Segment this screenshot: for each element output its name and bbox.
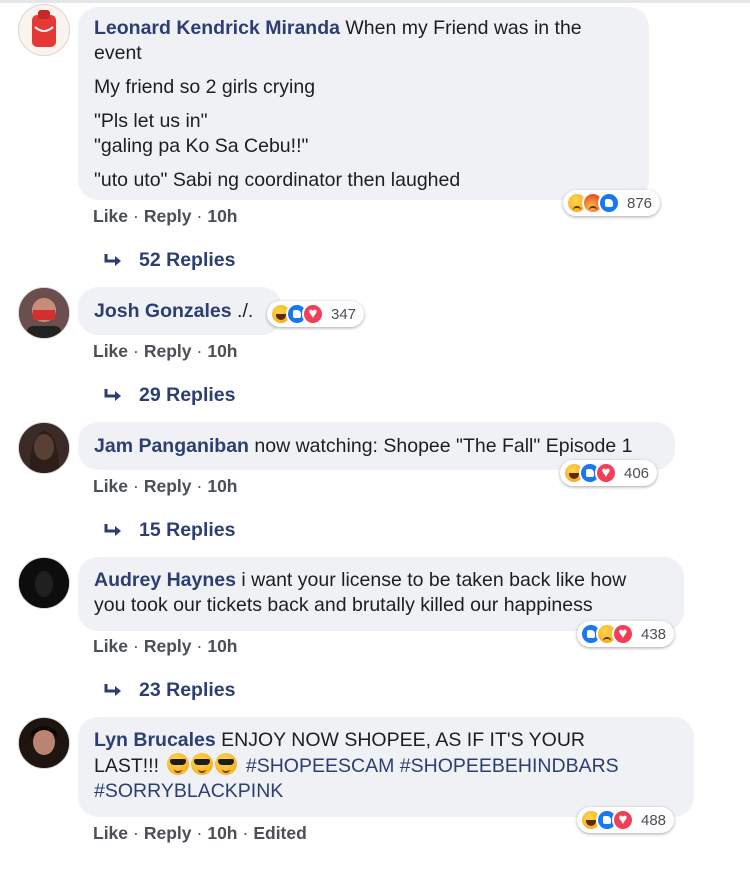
reply-link[interactable]: Reply <box>144 823 192 843</box>
cool-sunglasses-icon <box>215 753 238 775</box>
reaction-count: 438 <box>641 625 667 643</box>
love-icon <box>302 303 324 325</box>
separator: · <box>196 823 203 843</box>
love-icon <box>612 809 634 831</box>
comment-bubble: Lyn Brucales ENJOY NOW SHOPEE, AS IF IT'… <box>78 717 694 817</box>
timestamp[interactable]: 10h <box>207 823 237 843</box>
comment-bubble: Josh Gonzales ./. <box>78 287 282 335</box>
comment-author[interactable]: Lyn Brucales <box>94 729 216 751</box>
comment-actions: Like · Reply · 10h · Edited <box>93 823 307 844</box>
top-divider <box>0 0 750 3</box>
view-replies[interactable]: 29 Replies <box>103 384 235 407</box>
comment-text: you took our tickets back and brutally k… <box>94 594 593 616</box>
reaction-summary[interactable]: 347 <box>267 301 365 327</box>
separator: · <box>133 341 139 361</box>
timestamp[interactable]: 10h <box>207 341 237 361</box>
reaction-count: 347 <box>331 305 357 323</box>
separator: · <box>133 206 139 226</box>
replies-label[interactable]: 15 Replies <box>139 519 235 542</box>
separator: · <box>196 636 203 656</box>
comment-author[interactable]: Josh Gonzales <box>94 300 232 322</box>
like-link[interactable]: Like <box>93 476 128 496</box>
separator: · <box>133 636 139 656</box>
comment-text: "uto uto" Sabi ng coordinator then laugh… <box>94 169 461 191</box>
comment-text: My friend so 2 girls crying <box>94 76 316 98</box>
replies-label[interactable]: 52 Replies <box>139 249 235 272</box>
reply-link[interactable]: Reply <box>144 636 192 656</box>
comment-text: "galing pa Ko Sa Cebu!!" <box>94 135 309 157</box>
love-icon <box>595 462 617 484</box>
like-link[interactable]: Like <box>93 341 128 361</box>
reply-link[interactable]: Reply <box>144 341 192 361</box>
comment-text: now watching: Shopee "The Fall" Episode … <box>254 435 633 457</box>
reply-arrow-icon <box>104 523 121 536</box>
comment-bubble: Leonard Kendrick Miranda When my Friend … <box>78 7 649 200</box>
separator: · <box>133 476 139 496</box>
timestamp[interactable]: 10h <box>207 636 237 656</box>
like-link[interactable]: Like <box>93 823 128 843</box>
comment-author[interactable]: Jam Panganiban <box>94 435 249 457</box>
separator: · <box>242 823 249 843</box>
reaction-summary[interactable]: 876 <box>563 190 661 216</box>
comment-actions: Like · Reply · 10h <box>93 341 238 362</box>
comment-text: i want your license to be taken back lik… <box>241 569 627 591</box>
comment-text: LAST!!! <box>94 755 160 777</box>
avatar[interactable] <box>18 557 70 609</box>
comment-bubble: Audrey Haynes i want your license to be … <box>78 557 684 631</box>
timestamp[interactable]: 10h <box>207 206 237 226</box>
reply-arrow-icon <box>104 253 121 266</box>
reaction-summary[interactable]: 488 <box>577 807 675 833</box>
avatar[interactable] <box>18 717 70 769</box>
reply-link[interactable]: Reply <box>144 476 192 496</box>
hashtag-link[interactable]: #SHOPEESCAM <box>246 755 394 777</box>
comment-text: ./. <box>237 300 254 322</box>
like-icon <box>598 192 620 214</box>
timestamp[interactable]: 10h <box>207 476 237 496</box>
edited-label[interactable]: Edited <box>253 823 306 843</box>
comment-author[interactable]: Audrey Haynes <box>94 569 236 591</box>
view-replies[interactable]: 23 Replies <box>103 679 235 702</box>
separator: · <box>133 823 139 843</box>
like-link[interactable]: Like <box>93 636 128 656</box>
avatar[interactable] <box>18 287 70 339</box>
hashtag-link[interactable]: #SHOPEEBEHINDBARS <box>400 755 619 777</box>
reaction-count: 406 <box>624 464 650 482</box>
comment-actions: Like · Reply · 10h <box>93 636 238 657</box>
reaction-count: 876 <box>627 194 653 212</box>
comment-actions: Like · Reply · 10h <box>93 476 238 497</box>
emoji-group <box>167 753 238 775</box>
hashtag-link[interactable]: #SORRYBLACKPINK <box>94 780 283 802</box>
comment-actions: Like · Reply · 10h <box>93 206 238 227</box>
reaction-summary[interactable]: 438 <box>577 621 675 647</box>
separator: · <box>196 206 203 226</box>
like-link[interactable]: Like <box>93 206 128 226</box>
view-replies[interactable]: 15 Replies <box>103 519 235 542</box>
replies-label[interactable]: 29 Replies <box>139 384 235 407</box>
cool-sunglasses-icon <box>167 753 190 775</box>
comment-author[interactable]: Leonard Kendrick Miranda <box>94 17 340 39</box>
cool-sunglasses-icon <box>191 753 214 775</box>
view-replies[interactable]: 52 Replies <box>103 249 235 272</box>
replies-label[interactable]: 23 Replies <box>139 679 235 702</box>
comment-text: ENJOY NOW SHOPEE, AS IF IT'S YOUR <box>221 729 585 751</box>
comment-text: "Pls let us in" <box>94 110 208 132</box>
reply-arrow-icon <box>104 683 121 696</box>
reply-arrow-icon <box>104 388 121 401</box>
avatar[interactable] <box>18 422 70 474</box>
avatar[interactable] <box>18 4 70 56</box>
reaction-summary[interactable]: 406 <box>560 460 658 486</box>
reaction-count: 488 <box>641 811 667 829</box>
love-icon <box>612 623 634 645</box>
separator: · <box>196 476 203 496</box>
separator: · <box>196 341 203 361</box>
reply-link[interactable]: Reply <box>144 206 192 226</box>
